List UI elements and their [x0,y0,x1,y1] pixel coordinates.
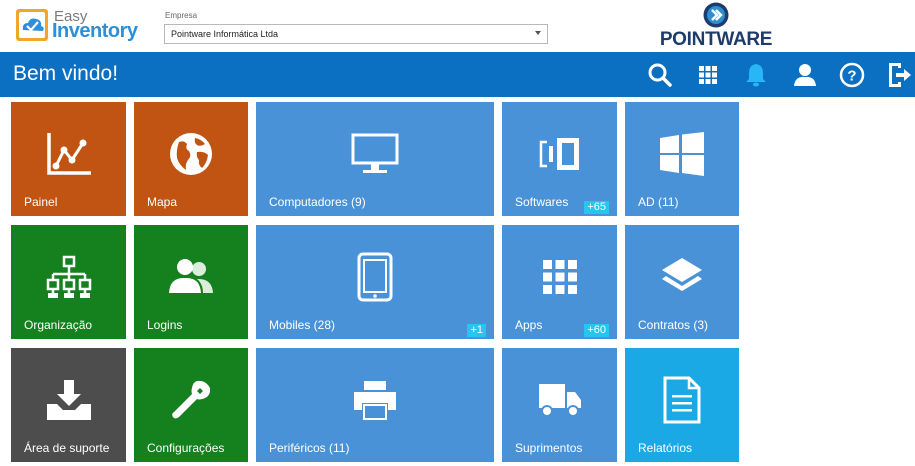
tile-label: Suprimentos [515,441,583,455]
empresa-select-value: Pointware Informática Ltda [171,29,279,39]
users-icon [167,257,215,297]
tile-label: Apps [515,318,543,332]
pointware-logo: POINTWARE [656,2,776,50]
tile-label: Organização [24,318,93,332]
empresa-label: Empresa [165,11,198,20]
tile-painel[interactable]: Painel [11,102,126,216]
monitor-icon [351,133,399,175]
software-icon [537,136,583,172]
org-chart-icon [46,255,92,299]
tile-label: AD (11) [638,195,679,209]
truck-icon [537,382,583,418]
tile-suprimentos[interactable]: Suprimentos [502,348,617,462]
layers-icon [660,256,704,298]
easy-inventory-logo[interactable]: Easy Inventory [14,5,138,45]
chart-line-icon [45,131,93,177]
tile-mobiles[interactable]: Mobiles (28) +1 [256,225,494,339]
welcome-title: Bem vindo! [13,62,119,85]
tablet-icon [357,252,393,302]
pointware-mark-icon [703,2,729,28]
tile-relatorios[interactable]: Relatórios [625,348,739,462]
tile-configuracoes[interactable]: Configurações [134,348,248,462]
tile-apps[interactable]: Apps +60 [502,225,617,339]
globe-icon [167,130,215,178]
tile-ad[interactable]: AD (11) [625,102,739,216]
wrench-icon [170,379,212,421]
tile-label: Logins [147,318,183,332]
tile-mapa[interactable]: Mapa [134,102,248,216]
logout-icon[interactable] [886,61,914,89]
tile-label: Mobiles (28) [269,318,336,332]
search-icon[interactable] [646,61,674,89]
logo-text-inventory: Inventory [52,20,138,42]
tile-label: Configurações [147,441,225,455]
apps-grid-icon [542,259,578,295]
tile-label: Contratos (3) [638,318,709,332]
chevron-down-icon [535,31,541,35]
count-badge: +1 [467,324,486,337]
svg-text:?: ? [847,68,856,85]
tile-label: Relatórios [638,441,693,455]
tile-organizacao[interactable]: Organização [11,225,126,339]
pointware-logo-text: POINTWARE [659,29,773,50]
bell-icon[interactable] [742,61,770,89]
apps-grid-icon[interactable] [694,61,722,89]
nav-bar: Bem vindo! ? [0,52,915,97]
tile-label: Painel [24,195,58,209]
document-icon [662,375,702,425]
tile-logins[interactable]: Logins [134,225,248,339]
empresa-select[interactable]: Pointware Informática Ltda [164,24,548,44]
help-icon[interactable]: ? [838,61,866,89]
tile-label: Área de suporte [24,441,110,455]
count-badge: +60 [584,324,609,337]
tile-label: Softwares [515,195,569,209]
tile-suporte[interactable]: Área de suporte [11,348,126,462]
tile-computadores[interactable]: Computadores (9) [256,102,494,216]
windows-icon [659,132,705,177]
count-badge: +65 [584,201,609,214]
tile-contratos[interactable]: Contratos (3) [625,225,739,339]
tile-label: Periféricos (11) [269,441,350,455]
tile-softwares[interactable]: Softwares +65 [502,102,617,216]
tile-perifericos[interactable]: Periféricos (11) [256,348,494,462]
tile-label: Mapa [147,195,178,209]
printer-icon [352,379,398,421]
user-icon[interactable] [791,61,819,89]
cloud-check-icon [16,9,48,41]
top-bar: Easy Inventory Empresa Pointware Informá… [0,0,915,52]
download-tray-icon [45,378,93,422]
tile-label: Computadores (9) [269,195,366,209]
